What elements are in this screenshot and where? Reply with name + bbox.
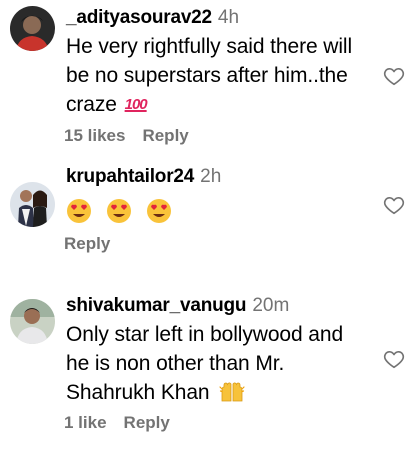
heart-icon[interactable] <box>383 348 405 370</box>
avatar[interactable] <box>10 182 55 227</box>
comment-actions: 15 likes Reply <box>64 126 189 146</box>
likes-count[interactable]: 1 like <box>64 413 107 432</box>
timestamp: 2h <box>200 166 222 187</box>
comment-text: He very rightfully said there will be no… <box>66 32 357 119</box>
comment-text <box>66 196 357 225</box>
comment-item: shivakumar_vanugu 20m Only star left in b… <box>0 291 417 449</box>
heart-eyes-face-icon <box>67 199 91 224</box>
heart-icon[interactable] <box>383 65 405 87</box>
raising-hands-icon <box>219 382 245 402</box>
comment-actions: Reply <box>64 234 110 254</box>
likes-count[interactable]: 15 likes <box>64 126 125 145</box>
comment-text: Only star left in bollywood and he is no… <box>66 323 344 404</box>
username[interactable]: _adityasourav22 <box>66 7 212 28</box>
username[interactable]: krupahtailor24 <box>66 166 194 187</box>
heart-eyes-face-icon <box>106 199 131 224</box>
comment-item: _adityasourav22 4h He very rightfully sai… <box>0 0 417 164</box>
reply-button[interactable]: Reply <box>64 234 110 253</box>
heart-icon[interactable] <box>383 194 405 216</box>
reply-button[interactable]: Reply <box>124 413 170 432</box>
avatar[interactable] <box>10 6 55 51</box>
timestamp: 20m <box>252 295 290 316</box>
heart-eyes-face-icon <box>146 199 171 224</box>
reply-button[interactable]: Reply <box>142 126 188 145</box>
hundred-points-icon: 100 <box>124 96 148 113</box>
comment-actions: 1 like Reply <box>64 413 170 433</box>
avatar[interactable] <box>10 299 55 344</box>
timestamp: 4h <box>217 7 240 28</box>
username[interactable]: shivakumar_vanugu <box>66 295 247 316</box>
comment-item: krupahtailor24 2h Reply <box>0 164 417 291</box>
